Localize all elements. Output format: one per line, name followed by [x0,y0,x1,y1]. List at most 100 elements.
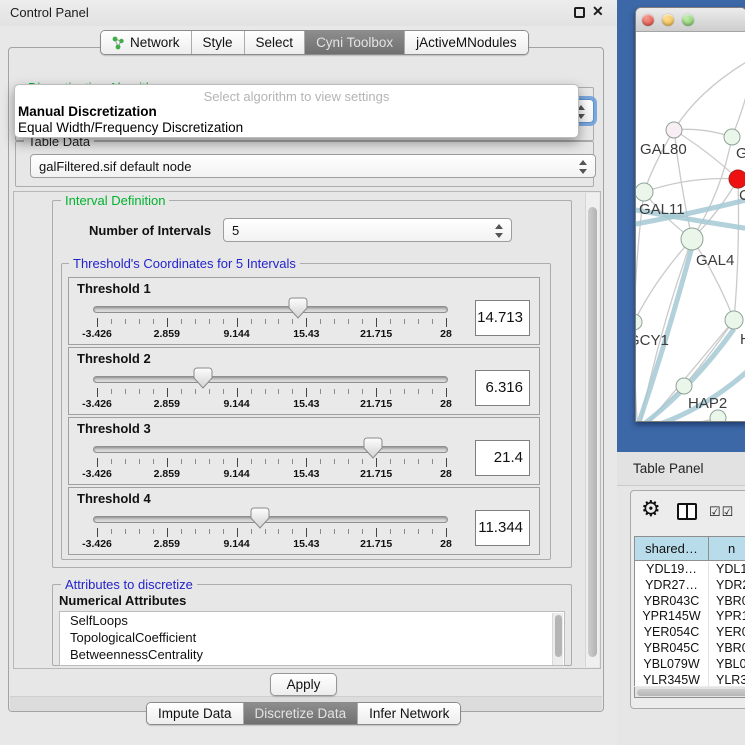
node-label: GAL11 [639,201,685,218]
slider-tick [278,459,279,464]
tab-jactivemnodules[interactable]: jActiveMNodules [404,31,528,54]
tab-discretize-data[interactable]: Discretize Data [243,703,358,724]
attributes-list-scrollbar[interactable] [552,613,563,666]
table-row[interactable]: YBR043CYBR0 [635,594,745,610]
slider-tick [376,388,377,397]
network-canvas[interactable]: GAL80GCGAL11GAL4GCY1HHAP2 [636,33,745,421]
slider-tick [348,459,349,464]
attribute-item-betweennesscentrality[interactable]: BetweennessCentrality [60,646,564,663]
table-data-combobox[interactable]: galFiltered.sif default node [30,154,596,178]
slider-thumb[interactable] [250,507,270,529]
threshold-label: Threshold 1 [77,281,151,296]
tab-select[interactable]: Select [244,31,305,54]
popup-item-manual-discretization[interactable]: Manual Discretization [18,104,157,119]
table-row[interactable]: YDR27…YDR2 [635,578,745,594]
slider-track[interactable] [93,446,448,453]
stepper-icon [579,159,588,175]
group-title-attributes: Attributes to discretize [61,577,197,592]
cell-name: YBR0 [716,594,745,610]
table-row[interactable]: YPR145WYPR1 [635,609,745,625]
network-edge[interactable] [674,61,745,130]
network-node-gcy1[interactable] [636,314,642,330]
mac-minimize-button[interactable] [662,14,674,26]
tab-style[interactable]: Style [191,31,244,54]
slider-tick [97,528,98,537]
slider-tick [334,529,335,534]
network-node-hap2[interactable] [676,378,692,394]
slider-tick [306,528,307,537]
checkbox-icons[interactable]: ☑☑ [709,504,734,520]
column-header-shared-name[interactable]: shared… [635,537,709,561]
network-node-g[interactable] [724,129,740,145]
scrollbar-thumb[interactable] [555,615,562,657]
cell-shared-name: YBR045C [635,641,709,657]
slider-tick [404,459,405,464]
cell-name: YER0 [716,625,745,641]
mac-close-button[interactable] [642,14,654,26]
thresholds-group: Threshold's Coordinates for 5 Intervals … [61,263,551,560]
threshold-value-field[interactable]: 14.713 [475,300,530,336]
number-of-intervals-label: Number of Intervals [89,223,211,238]
attributes-group: Attributes to discretize Numerical Attri… [52,584,572,666]
gear-icon[interactable]: ⚙ [641,498,661,520]
tab-network[interactable]: Network [101,31,191,54]
attribute-item-selfloops[interactable]: SelfLoops [60,612,564,629]
table-row[interactable]: YER054CYER0 [635,625,745,641]
table-row[interactable]: YDL19…YDL1 [635,562,745,578]
settings-scrollbar[interactable] [585,193,599,667]
network-node[interactable] [710,410,726,422]
close-icon[interactable]: ✕ [592,3,604,20]
column-header-name[interactable]: n [710,537,745,561]
threshold-label: Threshold 2 [77,351,151,366]
network-edge[interactable] [644,179,738,192]
network-node-c[interactable] [729,170,745,188]
slider-track[interactable] [93,306,448,313]
tick-label: 21.715 [360,538,392,550]
split-columns-icon[interactable] [677,503,697,520]
tab-label: Select [256,35,294,50]
slider-tick [209,319,210,324]
group-title-interval-definition: Interval Definition [61,193,169,208]
slider-tick [209,389,210,394]
threshold-value-field[interactable]: 6.316 [475,370,530,406]
mac-zoom-button[interactable] [682,14,694,26]
cell-shared-name: YBL079W [635,657,709,673]
network-node-h[interactable] [725,311,743,329]
popup-item-equal-width-frequency-discretization[interactable]: Equal Width/Frequency Discretization [18,120,243,135]
apply-button[interactable]: Apply [270,673,337,696]
tab-impute-data[interactable]: Impute Data [147,703,243,724]
table-horizontal-scrollbar[interactable] [634,687,745,698]
tab-infer-network[interactable]: Infer Network [357,703,460,724]
number-of-intervals-combobox[interactable]: 5 [223,218,512,242]
slider-track[interactable] [93,516,448,523]
slider-thumb[interactable] [363,437,383,459]
settings-viewport: Interval Definition Number of Intervals … [13,191,601,669]
tab-cyni-toolbox[interactable]: Cyni Toolbox [304,31,404,54]
cell-shared-name: YLR345W [635,673,709,686]
slider-tick [195,319,196,324]
slider-thumb[interactable] [288,297,308,319]
slider-tick [446,318,447,327]
network-edge[interactable] [684,320,734,386]
slider-tick [237,388,238,397]
table-row[interactable]: YBL079WYBL0 [635,657,745,673]
node-label: GCY1 [636,332,669,349]
scrollbar-thumb[interactable] [588,207,597,657]
network-edge[interactable] [644,130,674,192]
scrollbar-thumb[interactable] [637,689,745,696]
network-node-gal11[interactable] [636,183,653,201]
threshold-value-field[interactable]: 11.344 [475,510,530,546]
table-row[interactable]: YBR045CYBR0 [635,641,745,657]
slider-thumb[interactable] [193,367,213,389]
slider-tick [348,389,349,394]
tick-label: 15.43 [293,538,319,550]
network-node-gal80[interactable] [666,122,682,138]
slider-track[interactable] [93,376,448,383]
table-row[interactable]: YLR345WYLR3 [635,673,745,686]
float-window-icon[interactable] [574,7,585,18]
slider-tick [320,389,321,394]
attribute-item-topologicalcoefficient[interactable]: TopologicalCoefficient [60,629,564,646]
network-node-gal4[interactable] [681,228,703,250]
table-header-row: shared… n [635,537,745,561]
threshold-value-field[interactable]: 21.4 [475,440,530,476]
